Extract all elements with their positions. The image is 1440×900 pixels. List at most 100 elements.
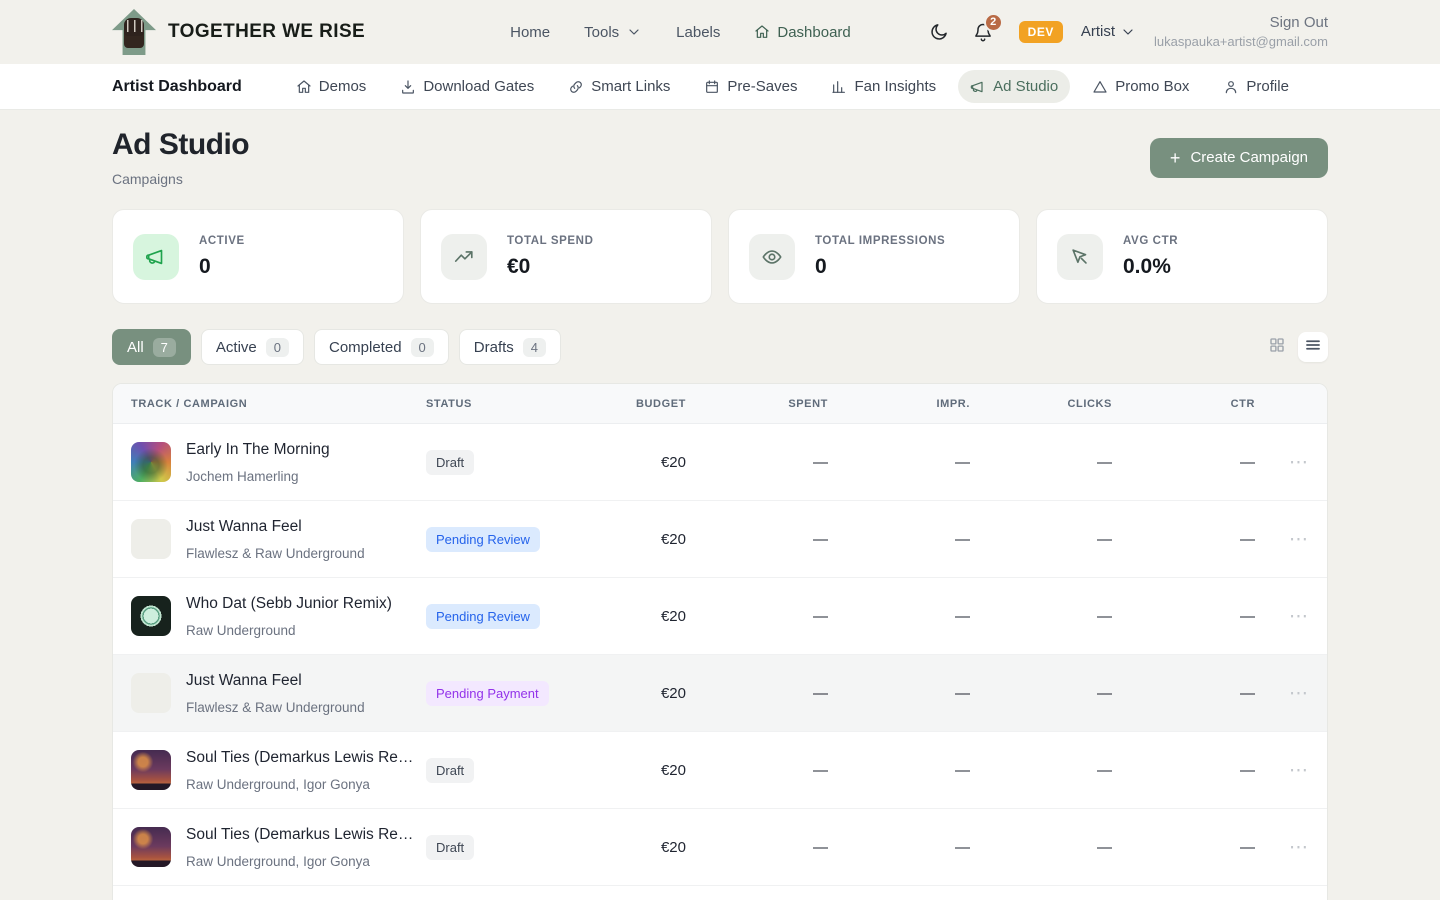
nav-labels[interactable]: Labels [676, 24, 720, 41]
moon-icon [929, 22, 949, 42]
filter-count: 7 [153, 338, 176, 357]
filter-tab-completed[interactable]: Completed0 [314, 329, 449, 365]
filter-row: All7 Active0 Completed0 Drafts4 [112, 329, 1328, 365]
row-menu-button[interactable]: ⋯ [1255, 682, 1313, 705]
subnav-item-profile[interactable]: Profile [1211, 70, 1301, 103]
stat-card-total-spend: TOTAL SPEND€0 [420, 209, 712, 304]
dark-mode-toggle[interactable] [929, 22, 949, 42]
status-badge: Draft [426, 450, 474, 475]
link-icon [568, 79, 584, 95]
table-row[interactable]: Just Wanna Feel Flawlesz & Raw Undergrou… [113, 501, 1327, 578]
table-row[interactable]: Soul Ties (Demarkus Lewis Remix) Raw Und… [113, 732, 1327, 809]
notifications-button[interactable]: 2 [973, 22, 993, 42]
spent-cell: — [686, 685, 828, 702]
track-cell: Just Wanna Feel Flawlesz & Raw Undergrou… [131, 672, 426, 715]
table-row[interactable]: Soul Ties (Demarkus Lewis Remix) Raw Und… [113, 809, 1327, 886]
track-cell: Who Dat (Sebb Junior Remix) Raw Undergro… [131, 595, 426, 638]
subnav-item-download-gates[interactable]: Download Gates [388, 70, 546, 103]
ctr-cell: — [1112, 839, 1255, 856]
bar-chart-icon [831, 79, 847, 95]
filter-count: 4 [523, 338, 546, 357]
impressions-cell: — [828, 454, 970, 471]
status-badge: Pending Review [426, 527, 540, 552]
subnav-item-demos[interactable]: Demos [284, 70, 379, 103]
stat-value: 0 [815, 255, 945, 279]
brand-logo-icon [112, 9, 156, 55]
track-title: Soul Ties (Demarkus Lewis Remix) [186, 749, 426, 767]
status-badge: Draft [426, 835, 474, 860]
row-menu-button[interactable]: ⋯ [1255, 836, 1313, 859]
triangle-icon [1092, 79, 1108, 95]
home-icon [754, 24, 770, 40]
cursor-icon [1057, 234, 1103, 280]
stat-label: TOTAL IMPRESSIONS [815, 235, 945, 247]
brand-name: TOGETHER WE RISE [168, 21, 365, 43]
stat-value: €0 [507, 255, 593, 279]
column-header: BUDGET [576, 398, 686, 410]
column-header: STATUS [426, 398, 576, 410]
user-email: lukaspauka+artist@gmail.com [1154, 33, 1328, 51]
megaphone-icon [133, 234, 179, 280]
list-view-button[interactable] [1298, 332, 1328, 362]
track-artwork [131, 519, 171, 559]
track-artwork [131, 442, 171, 482]
nav-tools[interactable]: Tools [584, 24, 642, 41]
row-menu-button[interactable]: ⋯ [1255, 528, 1313, 551]
row-menu-button[interactable]: ⋯ [1255, 759, 1313, 782]
budget-cell: €20 [576, 685, 686, 702]
nav-dashboard[interactable]: Dashboard [754, 24, 850, 41]
track-cell: Soul Ties (Demarkus Lewis Remix) Raw Und… [131, 749, 426, 792]
ctr-cell: — [1112, 531, 1255, 548]
track-artist: Raw Underground, Igor Gonya [186, 854, 426, 869]
spent-cell: — [686, 531, 828, 548]
sign-out-link[interactable]: Sign Out [1154, 13, 1328, 33]
role-selector[interactable]: Artist [1081, 23, 1136, 40]
table-row[interactable]: Just Wanna Feel Flawlesz & Raw Undergrou… [113, 655, 1327, 732]
filter-tab-active[interactable]: Active0 [201, 329, 304, 365]
brand[interactable]: TOGETHER WE RISE [112, 9, 365, 55]
row-menu-button[interactable]: ⋯ [1255, 451, 1313, 474]
create-campaign-button[interactable]: + Create Campaign [1150, 138, 1328, 178]
stat-card-active: ACTIVE0 [112, 209, 404, 304]
impressions-cell: — [828, 839, 970, 856]
column-header: CLICKS [970, 398, 1112, 410]
download-icon [400, 79, 416, 95]
grid-icon [1268, 336, 1286, 359]
budget-cell: €20 [576, 608, 686, 625]
track-title: Soul Ties (Demarkus Lewis Remix) [186, 826, 426, 844]
ctr-cell: — [1112, 454, 1255, 471]
track-artist: Flawlesz & Raw Underground [186, 700, 365, 715]
filter-tab-all[interactable]: All7 [112, 329, 191, 365]
track-artwork [131, 827, 171, 867]
impressions-cell: — [828, 762, 970, 779]
budget-cell: €20 [576, 839, 686, 856]
subnav-item-smart-links[interactable]: Smart Links [556, 70, 682, 103]
table-row[interactable]: Early In The Morning Jochem Hamerling Dr… [113, 424, 1327, 501]
status-cell: Pending Review [426, 527, 576, 552]
status-cell: Pending Payment [426, 681, 576, 706]
filter-count: 0 [411, 338, 434, 357]
stat-card-avg-ctr: AVG CTR0.0% [1036, 209, 1328, 304]
chevron-down-icon [626, 24, 642, 40]
subnav-item-pre-saves[interactable]: Pre-Saves [692, 70, 809, 103]
stat-value: 0 [199, 255, 245, 279]
row-menu-button[interactable]: ⋯ [1255, 605, 1313, 628]
stats-cards: ACTIVE0TOTAL SPEND€0 TOTAL IMPRESSIONS 0 AV… [112, 209, 1328, 304]
subnav-item-fan-insights[interactable]: Fan Insights [819, 70, 948, 103]
nav-home[interactable]: Home [510, 24, 550, 41]
chevron-down-icon [1120, 24, 1136, 40]
dashboard-nav-title: Artist Dashboard [112, 78, 242, 96]
subnav-item-ad-studio[interactable]: Ad Studio [958, 70, 1070, 103]
budget-cell: €20 [576, 762, 686, 779]
table-row[interactable]: Who Dat (Sebb Junior Remix) Raw Undergro… [113, 578, 1327, 655]
track-artist: Raw Underground [186, 623, 392, 638]
top-nav: Home Tools Labels Dashboard [510, 24, 851, 41]
track-artist: Flawlesz & Raw Underground [186, 546, 365, 561]
page-subtitle: Campaigns [112, 171, 249, 187]
filter-tab-drafts[interactable]: Drafts4 [459, 329, 561, 365]
status-badge: Pending Payment [426, 681, 549, 706]
track-title: Who Dat (Sebb Junior Remix) [186, 595, 392, 613]
table-row[interactable]: Soul Ties [113, 886, 1327, 900]
grid-view-button[interactable] [1262, 332, 1292, 362]
subnav-item-promo-box[interactable]: Promo Box [1080, 70, 1201, 103]
